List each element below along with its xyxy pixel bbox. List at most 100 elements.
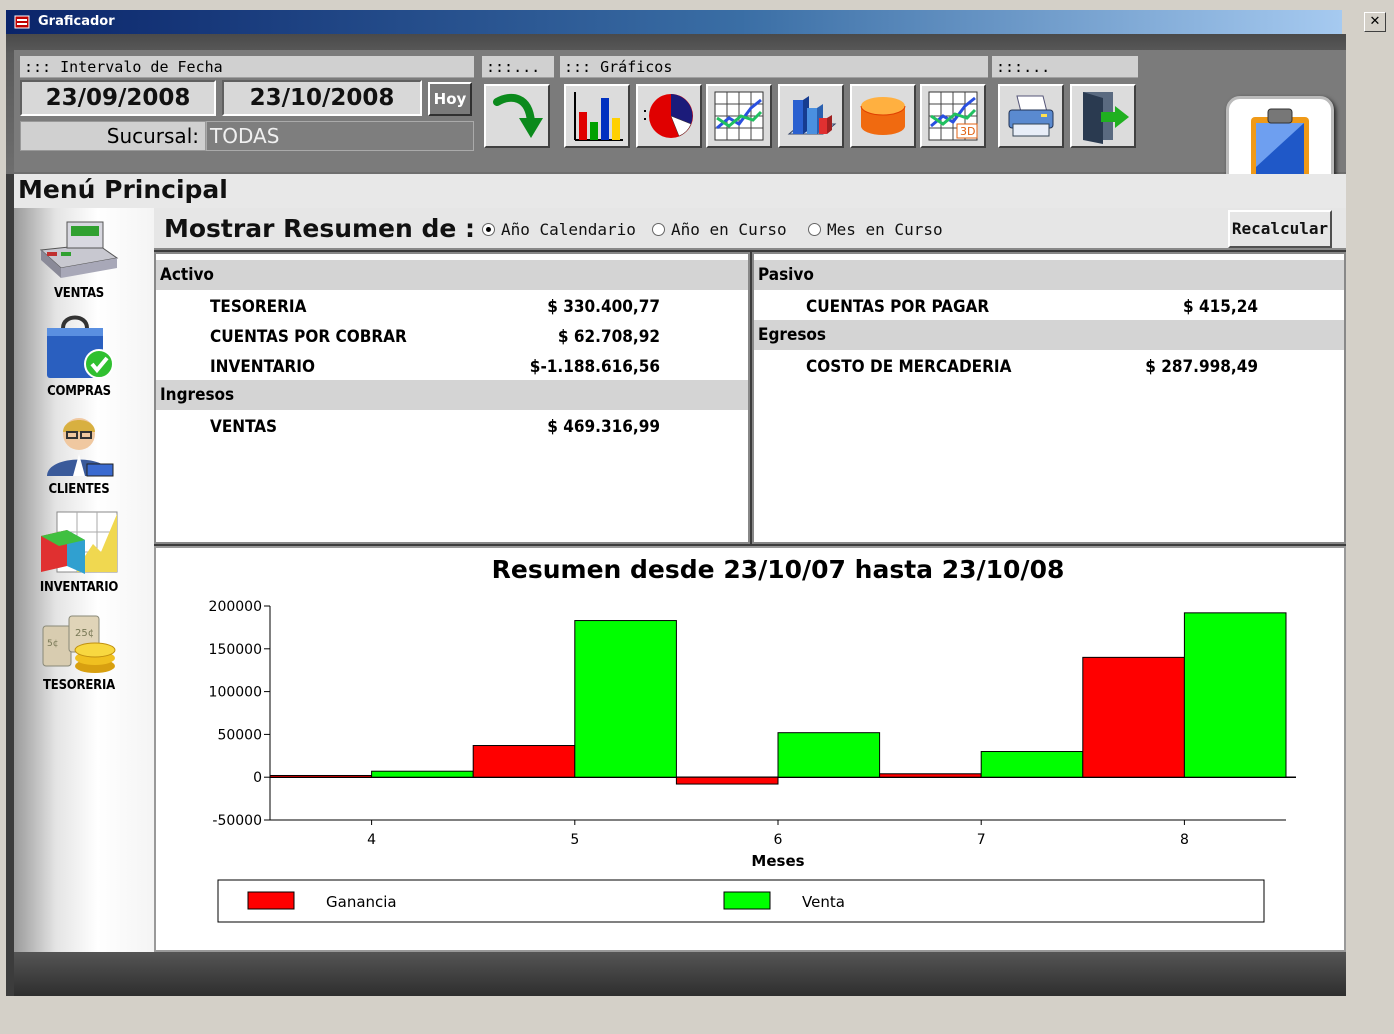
- radio-mes-en-curso[interactable]: Mes en Curso: [808, 220, 943, 239]
- cash-register-icon: [39, 221, 119, 278]
- app-icon: [14, 15, 30, 29]
- exit-button[interactable]: [1070, 84, 1136, 148]
- print-button[interactable]: [998, 84, 1064, 148]
- activo-ingresos-panel: Activo TESORERIA $ 330.400,77 CUENTAS PO…: [154, 252, 750, 544]
- x-axis-label: Meses: [751, 852, 804, 870]
- bar-chart: Resumen desde 23/10/07 hasta 23/10/08 -50…: [209, 555, 1296, 923]
- legend-swatch: [247, 891, 295, 910]
- bar-chart-3d-button[interactable]: [778, 84, 844, 148]
- radio-ano-calendario[interactable]: Año Calendario: [482, 220, 636, 239]
- sidebar-item-tesoreria[interactable]: 5¢ 25¢ TESORERIA: [14, 606, 144, 693]
- bar-ganancia: [1082, 656, 1185, 778]
- y-tick-label: 50000: [217, 727, 262, 743]
- x-tick-label: 7: [977, 832, 986, 848]
- sidebar-item-ventas[interactable]: VENTAS: [14, 214, 144, 301]
- account-name: CUENTAS POR PAGAR: [806, 297, 990, 317]
- printer-icon: [1008, 95, 1054, 137]
- x-tick-label: 8: [1180, 832, 1189, 848]
- coins-icon: 5¢ 25¢: [42, 615, 116, 673]
- bar-venta: [777, 732, 881, 778]
- sidebar-item-label: TESORERIA: [43, 678, 115, 693]
- legend-swatch: [723, 891, 771, 910]
- radio-label: Mes en Curso: [827, 220, 943, 239]
- x-tick-label: 5: [570, 832, 579, 848]
- branch-label: Sucursal:: [20, 121, 206, 151]
- branch-select[interactable]: TODAS: [206, 121, 474, 151]
- sidebar-item-label: CLIENTES: [48, 482, 110, 497]
- group3-caption: :::...: [992, 56, 1138, 78]
- account-value: $ 415,24: [1183, 297, 1258, 317]
- radio-label: Año en Curso: [671, 220, 787, 239]
- radio-empty-icon: [652, 223, 665, 236]
- close-window-button[interactable]: ✕: [1364, 12, 1386, 32]
- chart-panel: Resumen desde 23/10/07 hasta 23/10/08 -50…: [154, 546, 1346, 952]
- bar-venta: [371, 770, 474, 778]
- summary-lead: Mostrar Resumen de :: [164, 214, 476, 243]
- sidebar-item-compras[interactable]: COMPRAS: [14, 312, 144, 399]
- cylinder-icon: [860, 97, 906, 135]
- section-header-activo: Activo: [156, 260, 748, 290]
- radio-selected-icon: [482, 223, 495, 236]
- bar-chart-icon: [574, 92, 623, 141]
- radio-empty-icon: [808, 223, 821, 236]
- graficos-caption: ::: Gráficos: [560, 56, 988, 78]
- inventory-box-icon: [41, 511, 118, 574]
- bar-chart-button[interactable]: [564, 84, 630, 148]
- account-value: $ 287.998,49: [1145, 357, 1258, 377]
- bar-chart-3d-icon: [787, 96, 837, 135]
- account-name: COSTO DE MERCADERIA: [806, 357, 1012, 377]
- shopping-bag-icon: [47, 315, 114, 379]
- line-chart-icon: [714, 91, 764, 141]
- date-from-field[interactable]: 23/09/2008: [20, 80, 216, 116]
- sidebar-item-clientes[interactable]: CLIENTES: [14, 410, 144, 497]
- sidebar-item-label: VENTAS: [53, 286, 105, 301]
- refresh-button[interactable]: [484, 84, 550, 148]
- exit-door-icon: [1083, 92, 1129, 144]
- group1-caption: :::...: [482, 56, 554, 78]
- table-row: INVENTARIO $-1.188.616,56: [156, 352, 748, 382]
- table-row: TESORERIA $ 330.400,77: [156, 292, 748, 322]
- line-chart-3d-button[interactable]: 3D: [920, 84, 986, 148]
- bar-ganancia: [269, 774, 373, 778]
- window-title: Graficador: [38, 14, 115, 29]
- y-tick-label: 200000: [209, 599, 262, 615]
- y-tick-label: 150000: [209, 642, 262, 658]
- section-header-ingresos: Ingresos: [156, 380, 748, 410]
- recalcular-button[interactable]: Recalcular: [1228, 210, 1332, 248]
- chart-title: Resumen desde 23/10/07 hasta 23/10/08: [492, 555, 1065, 584]
- arrow-refresh-icon: [493, 93, 543, 138]
- account-value: $ 469.316,99: [547, 417, 660, 437]
- table-row: COSTO DE MERCADERIA $ 287.998,49: [754, 352, 1344, 382]
- x-tick-label: 4: [367, 832, 376, 848]
- section-header-pasivo: Pasivo: [754, 260, 1344, 290]
- cylinder-chart-button[interactable]: [850, 84, 916, 148]
- account-name: VENTAS: [210, 417, 278, 437]
- radio-ano-en-curso[interactable]: Año en Curso: [652, 220, 787, 239]
- pie-chart-icon: [644, 94, 693, 138]
- y-tick-label: 0: [253, 770, 262, 786]
- sidebar-item-inventario[interactable]: INVENTARIO: [14, 508, 144, 595]
- section-header-egresos: Egresos: [754, 320, 1344, 350]
- date-to-field[interactable]: 23/10/2008: [222, 80, 422, 116]
- sidebar-item-label: COMPRAS: [47, 384, 111, 399]
- account-value: $-1.188.616,56: [529, 357, 660, 377]
- today-button[interactable]: Hoy: [428, 82, 472, 116]
- svg-text:25¢: 25¢: [75, 628, 94, 639]
- svg-text:3D: 3D: [960, 125, 975, 138]
- bar-ganancia: [879, 773, 982, 778]
- account-value: $ 62.708,92: [557, 327, 660, 347]
- account-value: $ 330.400,77: [547, 297, 660, 317]
- bar-ganancia: [472, 745, 576, 778]
- sidebar-item-label: INVENTARIO: [39, 580, 119, 595]
- status-bar: [14, 952, 1346, 996]
- x-tick-label: 6: [774, 832, 783, 848]
- y-tick-label: -50000: [212, 813, 262, 829]
- pasivo-egresos-panel: Pasivo CUENTAS POR PAGAR $ 415,24 Egreso…: [752, 252, 1346, 544]
- svg-text:5¢: 5¢: [47, 639, 58, 649]
- line-chart-button[interactable]: [706, 84, 772, 148]
- table-row: CUENTAS POR COBRAR $ 62.708,92: [156, 322, 748, 352]
- y-tick-label: 100000: [209, 685, 262, 701]
- account-name: INVENTARIO: [210, 357, 315, 377]
- table-row: VENTAS $ 469.316,99: [156, 412, 748, 442]
- pie-chart-button[interactable]: [636, 84, 702, 148]
